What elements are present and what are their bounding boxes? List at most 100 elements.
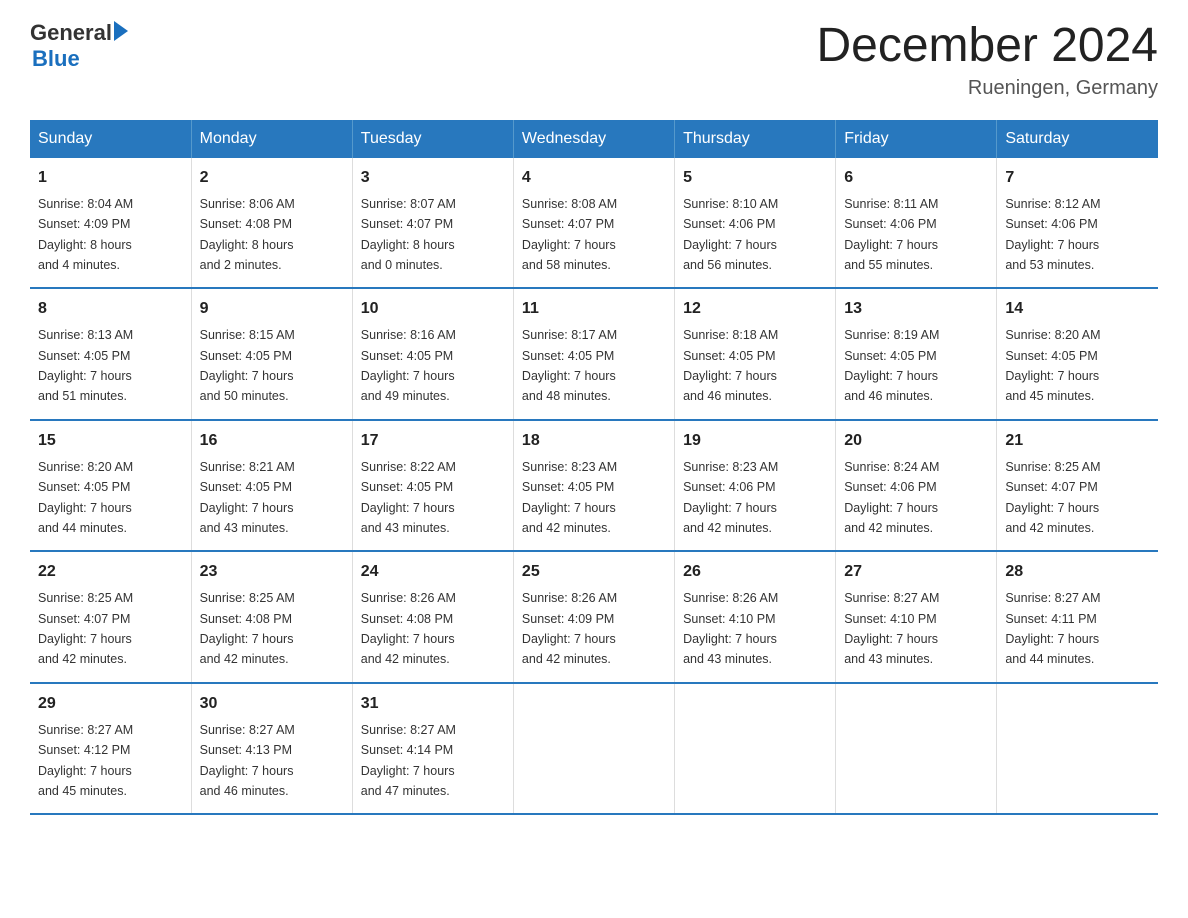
day-number: 12 — [683, 297, 827, 321]
day-info: Sunrise: 8:12 AMSunset: 4:06 PMDaylight:… — [1005, 197, 1100, 272]
logo-general-text: General — [30, 20, 112, 46]
day-number: 13 — [844, 297, 988, 321]
day-number: 25 — [522, 560, 666, 584]
day-info: Sunrise: 8:19 AMSunset: 4:05 PMDaylight:… — [844, 328, 939, 403]
calendar-cell: 3 Sunrise: 8:07 AMSunset: 4:07 PMDayligh… — [352, 158, 513, 289]
day-info: Sunrise: 8:23 AMSunset: 4:06 PMDaylight:… — [683, 460, 778, 535]
calendar-cell: 22 Sunrise: 8:25 AMSunset: 4:07 PMDaylig… — [30, 551, 191, 683]
day-number: 31 — [361, 692, 505, 716]
logo-blue-text: Blue — [32, 46, 80, 72]
title-block: December 2024 Rueningen, Germany — [816, 20, 1158, 100]
day-info: Sunrise: 8:25 AMSunset: 4:07 PMDaylight:… — [38, 591, 133, 666]
day-info: Sunrise: 8:26 AMSunset: 4:09 PMDaylight:… — [522, 591, 617, 666]
day-number: 9 — [200, 297, 344, 321]
calendar-cell: 30 Sunrise: 8:27 AMSunset: 4:13 PMDaylig… — [191, 683, 352, 815]
day-info: Sunrise: 8:27 AMSunset: 4:11 PMDaylight:… — [1005, 591, 1100, 666]
weekday-header-tuesday: Tuesday — [352, 120, 513, 158]
day-number: 1 — [38, 166, 183, 190]
calendar-cell: 24 Sunrise: 8:26 AMSunset: 4:08 PMDaylig… — [352, 551, 513, 683]
week-row-4: 22 Sunrise: 8:25 AMSunset: 4:07 PMDaylig… — [30, 551, 1158, 683]
weekday-header-friday: Friday — [836, 120, 997, 158]
day-info: Sunrise: 8:26 AMSunset: 4:10 PMDaylight:… — [683, 591, 778, 666]
day-info: Sunrise: 8:17 AMSunset: 4:05 PMDaylight:… — [522, 328, 617, 403]
page-header: General Blue December 2024 Rueningen, Ge… — [30, 20, 1158, 100]
day-number: 16 — [200, 429, 344, 453]
day-number: 7 — [1005, 166, 1150, 190]
day-info: Sunrise: 8:04 AMSunset: 4:09 PMDaylight:… — [38, 197, 133, 272]
weekday-header-sunday: Sunday — [30, 120, 191, 158]
calendar-cell: 5 Sunrise: 8:10 AMSunset: 4:06 PMDayligh… — [675, 158, 836, 289]
day-info: Sunrise: 8:18 AMSunset: 4:05 PMDaylight:… — [683, 328, 778, 403]
day-info: Sunrise: 8:13 AMSunset: 4:05 PMDaylight:… — [38, 328, 133, 403]
day-number: 5 — [683, 166, 827, 190]
day-number: 4 — [522, 166, 666, 190]
day-info: Sunrise: 8:27 AMSunset: 4:13 PMDaylight:… — [200, 723, 295, 798]
day-info: Sunrise: 8:25 AMSunset: 4:07 PMDaylight:… — [1005, 460, 1100, 535]
calendar-cell: 14 Sunrise: 8:20 AMSunset: 4:05 PMDaylig… — [997, 288, 1158, 420]
day-info: Sunrise: 8:25 AMSunset: 4:08 PMDaylight:… — [200, 591, 295, 666]
day-info: Sunrise: 8:27 AMSunset: 4:10 PMDaylight:… — [844, 591, 939, 666]
calendar-cell: 12 Sunrise: 8:18 AMSunset: 4:05 PMDaylig… — [675, 288, 836, 420]
weekday-header-monday: Monday — [191, 120, 352, 158]
day-number: 10 — [361, 297, 505, 321]
calendar-cell — [513, 683, 674, 815]
day-info: Sunrise: 8:11 AMSunset: 4:06 PMDaylight:… — [844, 197, 938, 272]
day-info: Sunrise: 8:20 AMSunset: 4:05 PMDaylight:… — [1005, 328, 1100, 403]
logo: General Blue — [30, 20, 128, 72]
weekday-header-wednesday: Wednesday — [513, 120, 674, 158]
week-row-3: 15 Sunrise: 8:20 AMSunset: 4:05 PMDaylig… — [30, 420, 1158, 552]
calendar-cell: 29 Sunrise: 8:27 AMSunset: 4:12 PMDaylig… — [30, 683, 191, 815]
calendar-cell — [997, 683, 1158, 815]
calendar-cell: 16 Sunrise: 8:21 AMSunset: 4:05 PMDaylig… — [191, 420, 352, 552]
day-number: 18 — [522, 429, 666, 453]
day-number: 11 — [522, 297, 666, 321]
calendar-cell: 20 Sunrise: 8:24 AMSunset: 4:06 PMDaylig… — [836, 420, 997, 552]
day-info: Sunrise: 8:16 AMSunset: 4:05 PMDaylight:… — [361, 328, 456, 403]
calendar-cell: 31 Sunrise: 8:27 AMSunset: 4:14 PMDaylig… — [352, 683, 513, 815]
calendar-cell: 1 Sunrise: 8:04 AMSunset: 4:09 PMDayligh… — [30, 158, 191, 289]
location-text: Rueningen, Germany — [816, 77, 1158, 100]
calendar-cell: 8 Sunrise: 8:13 AMSunset: 4:05 PMDayligh… — [30, 288, 191, 420]
logo-triangle-icon — [114, 21, 128, 41]
day-number: 15 — [38, 429, 183, 453]
day-number: 21 — [1005, 429, 1150, 453]
calendar-cell: 17 Sunrise: 8:22 AMSunset: 4:05 PMDaylig… — [352, 420, 513, 552]
week-row-2: 8 Sunrise: 8:13 AMSunset: 4:05 PMDayligh… — [30, 288, 1158, 420]
weekday-header-saturday: Saturday — [997, 120, 1158, 158]
day-info: Sunrise: 8:23 AMSunset: 4:05 PMDaylight:… — [522, 460, 617, 535]
calendar-cell: 6 Sunrise: 8:11 AMSunset: 4:06 PMDayligh… — [836, 158, 997, 289]
week-row-1: 1 Sunrise: 8:04 AMSunset: 4:09 PMDayligh… — [30, 158, 1158, 289]
day-info: Sunrise: 8:20 AMSunset: 4:05 PMDaylight:… — [38, 460, 133, 535]
calendar-cell: 15 Sunrise: 8:20 AMSunset: 4:05 PMDaylig… — [30, 420, 191, 552]
month-title: December 2024 — [816, 20, 1158, 73]
day-info: Sunrise: 8:27 AMSunset: 4:14 PMDaylight:… — [361, 723, 456, 798]
calendar-cell: 2 Sunrise: 8:06 AMSunset: 4:08 PMDayligh… — [191, 158, 352, 289]
day-info: Sunrise: 8:15 AMSunset: 4:05 PMDaylight:… — [200, 328, 295, 403]
day-number: 28 — [1005, 560, 1150, 584]
calendar-cell: 18 Sunrise: 8:23 AMSunset: 4:05 PMDaylig… — [513, 420, 674, 552]
calendar-cell: 27 Sunrise: 8:27 AMSunset: 4:10 PMDaylig… — [836, 551, 997, 683]
day-number: 6 — [844, 166, 988, 190]
day-number: 8 — [38, 297, 183, 321]
calendar-cell: 25 Sunrise: 8:26 AMSunset: 4:09 PMDaylig… — [513, 551, 674, 683]
day-info: Sunrise: 8:21 AMSunset: 4:05 PMDaylight:… — [200, 460, 295, 535]
day-info: Sunrise: 8:27 AMSunset: 4:12 PMDaylight:… — [38, 723, 133, 798]
day-number: 17 — [361, 429, 505, 453]
day-number: 19 — [683, 429, 827, 453]
day-number: 20 — [844, 429, 988, 453]
weekday-header-thursday: Thursday — [675, 120, 836, 158]
calendar-cell: 11 Sunrise: 8:17 AMSunset: 4:05 PMDaylig… — [513, 288, 674, 420]
day-info: Sunrise: 8:24 AMSunset: 4:06 PMDaylight:… — [844, 460, 939, 535]
day-info: Sunrise: 8:22 AMSunset: 4:05 PMDaylight:… — [361, 460, 456, 535]
calendar-table: SundayMondayTuesdayWednesdayThursdayFrid… — [30, 120, 1158, 816]
day-info: Sunrise: 8:10 AMSunset: 4:06 PMDaylight:… — [683, 197, 778, 272]
weekday-header-row: SundayMondayTuesdayWednesdayThursdayFrid… — [30, 120, 1158, 158]
day-info: Sunrise: 8:07 AMSunset: 4:07 PMDaylight:… — [361, 197, 456, 272]
week-row-5: 29 Sunrise: 8:27 AMSunset: 4:12 PMDaylig… — [30, 683, 1158, 815]
calendar-cell — [675, 683, 836, 815]
day-number: 22 — [38, 560, 183, 584]
calendar-cell: 21 Sunrise: 8:25 AMSunset: 4:07 PMDaylig… — [997, 420, 1158, 552]
calendar-cell: 9 Sunrise: 8:15 AMSunset: 4:05 PMDayligh… — [191, 288, 352, 420]
calendar-cell — [836, 683, 997, 815]
calendar-cell: 7 Sunrise: 8:12 AMSunset: 4:06 PMDayligh… — [997, 158, 1158, 289]
